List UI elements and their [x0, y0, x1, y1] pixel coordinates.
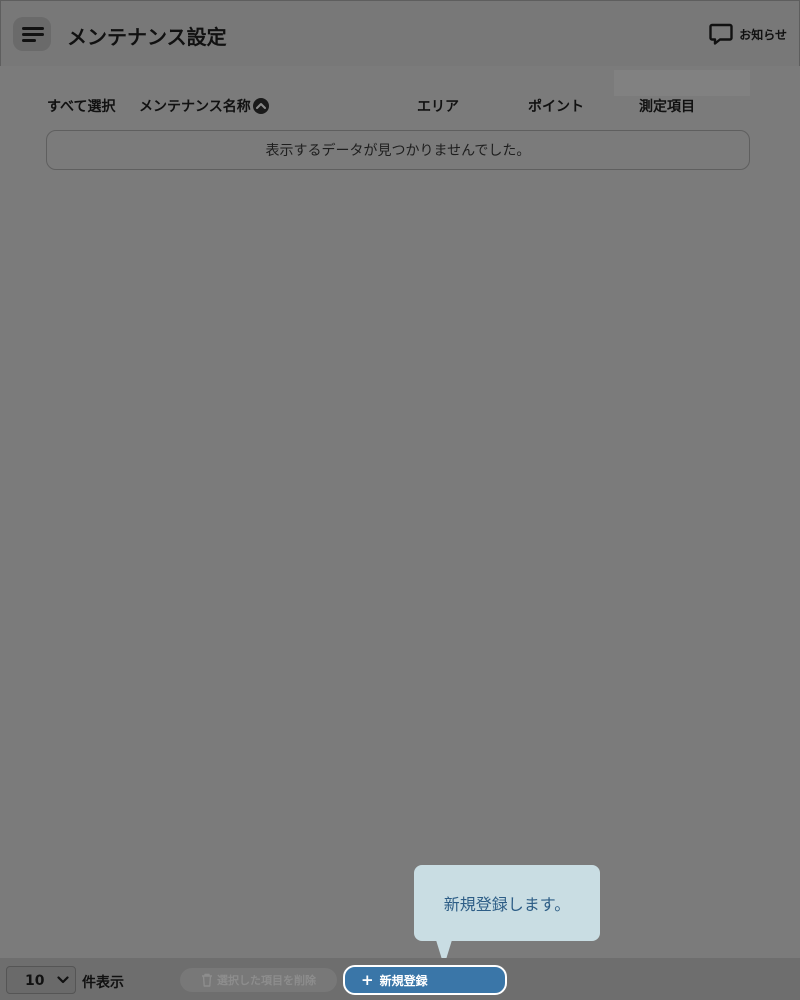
delete-selected-label: 選択した項目を削除 [217, 974, 316, 987]
select-all-toggle[interactable]: すべて選択 [47, 96, 115, 116]
footer-bar: 10 件表示 選択した項目を削除 + 新規登録 [0, 958, 800, 1000]
menu-button[interactable] [13, 17, 51, 51]
menu-icon-bar [22, 33, 44, 36]
notice-button[interactable]: お知らせ [709, 23, 787, 45]
column-header-name[interactable]: メンテナンス名称 [139, 96, 269, 116]
chevron-down-icon [57, 976, 69, 984]
column-header-name-label: メンテナンス名称 [139, 99, 251, 115]
delete-selected-button[interactable]: 選択した項目を削除 [180, 968, 337, 992]
new-registration-button[interactable]: + 新規登録 [343, 965, 507, 995]
page-title: メンテナンス設定 [67, 25, 227, 49]
empty-state-message: 表示するデータが見つかりませんでした。 [46, 130, 750, 170]
new-registration-label: 新規登録 [379, 973, 428, 988]
column-header-area[interactable]: エリア [417, 96, 459, 116]
trash-icon [202, 973, 212, 987]
page-size-label: 件表示 [82, 975, 124, 991]
chevron-up-circle-icon[interactable] [252, 98, 269, 114]
table-header: すべて選択 メンテナンス名称 エリア ポイント 測定項目 [0, 96, 800, 118]
header-search-area [614, 70, 750, 96]
page-size-value: 10 [25, 973, 45, 989]
column-header-measure[interactable]: 測定項目 [639, 96, 695, 116]
page-size-select[interactable]: 10 [6, 966, 76, 994]
chat-bubble-icon [709, 23, 733, 45]
app-header: メンテナンス設定 お知らせ [0, 0, 800, 66]
menu-icon-bar [22, 39, 36, 42]
plus-icon: + [361, 970, 374, 989]
menu-icon [22, 27, 44, 30]
new-registration-tooltip: 新規登録します。 [414, 865, 600, 941]
notice-label: お知らせ [739, 27, 787, 42]
column-header-point[interactable]: ポイント [528, 96, 584, 116]
